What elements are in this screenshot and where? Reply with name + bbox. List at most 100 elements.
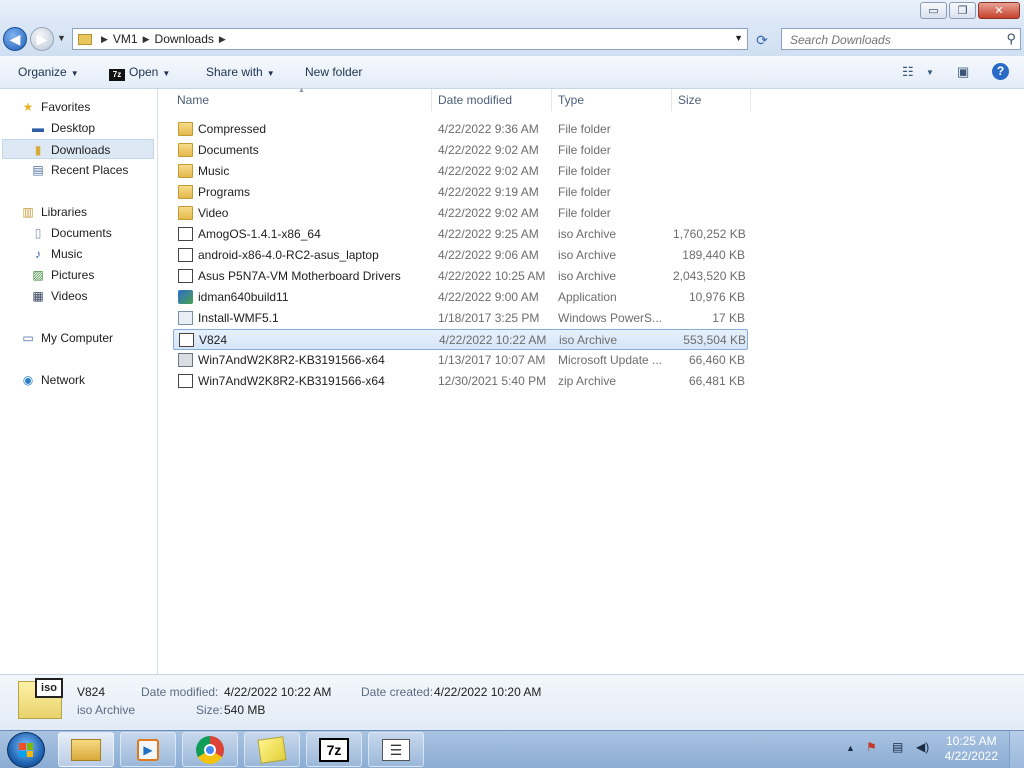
file-date-modified: 1/18/2017 3:25 PM xyxy=(438,311,540,325)
taskbar: ▶ 7z ☰ ▲ ⚑ ▤ ◀) 10:25 AM 4/22/2022 xyxy=(0,730,1024,768)
media-player-icon: ▶ xyxy=(137,738,159,761)
share-with-button[interactable]: Share with ▼ xyxy=(206,65,275,79)
file-name: android-x86-4.0-RC2-asus_laptop xyxy=(198,248,379,262)
sidebar-item-label: My Computer xyxy=(41,331,114,345)
title-bar: ▭ ❐ ✕ xyxy=(0,0,1024,24)
chevron-right-icon[interactable]: ▶ xyxy=(101,34,108,45)
file-type: iso Archive xyxy=(558,269,617,283)
help-icon[interactable]: ? xyxy=(992,63,1009,80)
file-row[interactable]: V824 4/22/2022 10:22 AM iso Archive 553,504… xyxy=(173,329,748,350)
preview-pane-icon[interactable]: ▣ xyxy=(957,64,969,80)
address-dropdown-icon[interactable]: ▼ xyxy=(734,33,743,43)
search-icon[interactable]: ⚲ xyxy=(1006,31,1016,47)
file-row[interactable]: Compressed 4/22/2022 9:36 AM File folder xyxy=(173,119,748,140)
sidebar-item-favorites[interactable]: ★ Favorites xyxy=(20,97,91,117)
details-size-value: 540 MB xyxy=(224,703,266,717)
7zip-icon: 7z xyxy=(109,69,125,81)
libraries-icon: ▥ xyxy=(22,205,34,219)
desktop-icon: ▬ xyxy=(32,121,44,135)
refresh-icon[interactable]: ⟳ xyxy=(752,30,772,50)
chevron-right-icon[interactable]: ▶ xyxy=(143,34,150,45)
file-row[interactable]: Documents 4/22/2022 9:02 AM File folder xyxy=(173,140,748,161)
view-dropdown-icon[interactable]: ▼ xyxy=(926,68,934,77)
volume-icon[interactable]: ◀) xyxy=(916,740,929,754)
system-clock[interactable]: 10:25 AM 4/22/2022 xyxy=(945,734,998,764)
breadcrumb-downloads[interactable]: Downloads xyxy=(155,32,214,46)
close-button[interactable]: ✕ xyxy=(978,2,1020,19)
new-folder-button[interactable]: New folder xyxy=(305,65,362,79)
details-date-created-value: 4/22/2022 10:20 AM xyxy=(434,685,542,699)
taskbar-windows-explorer[interactable] xyxy=(58,732,114,767)
details-size-label: Size: xyxy=(196,703,223,717)
file-row[interactable]: Asus P5N7A-VM Motherboard Drivers 4/22/20… xyxy=(173,266,748,287)
forward-arrow-icon: ▶ xyxy=(36,31,48,47)
sidebar-item-my-computer[interactable]: ▭ My Computer xyxy=(20,328,113,348)
address-bar[interactable]: ▶ VM1 ▶ Downloads ▶ ▼ xyxy=(72,28,748,50)
minimize-button[interactable]: ▭ xyxy=(920,2,947,19)
recent-pages-dropdown[interactable]: ▼ xyxy=(57,33,66,43)
column-header-date-modified[interactable]: Date modified xyxy=(432,89,552,111)
sidebar-item-label: Desktop xyxy=(51,121,96,135)
file-name: Programs xyxy=(198,185,251,199)
star-icon: ★ xyxy=(22,100,34,114)
sidebar-item-recent-places[interactable]: ▤ Recent Places xyxy=(30,160,128,180)
taskbar-media-player[interactable]: ▶ xyxy=(120,732,176,767)
sidebar-item-videos[interactable]: ▦ Videos xyxy=(30,286,87,306)
share-with-label: Share with xyxy=(206,65,263,79)
breadcrumb-vm1[interactable]: VM1 xyxy=(113,32,138,46)
file-row[interactable]: android-x86-4.0-RC2-asus_laptop 4/22/2022… xyxy=(173,245,748,266)
taskbar-7zip[interactable]: 7z xyxy=(306,732,362,767)
file-name: V824 xyxy=(199,333,228,347)
file-row[interactable]: Video 4/22/2022 9:02 AM File folder xyxy=(173,203,748,224)
column-header-type[interactable]: Type xyxy=(552,89,672,111)
open-button[interactable]: 7z Open ▼ xyxy=(109,65,170,81)
sidebar-item-pictures[interactable]: ▨ Pictures xyxy=(30,265,94,285)
file-date-modified: 4/22/2022 9:25 AM xyxy=(438,227,539,241)
organize-button[interactable]: Organize ▼ xyxy=(18,65,79,79)
file-row[interactable]: Install-WMF5.1 1/18/2017 3:25 PM Windows P… xyxy=(173,308,748,329)
sticky-notes-icon xyxy=(257,735,287,764)
clock-time: 10:25 AM xyxy=(945,734,997,748)
sidebar-item-music[interactable]: ♪ Music xyxy=(30,244,82,264)
taskbar-chrome[interactable] xyxy=(182,732,238,767)
folder-file-icon xyxy=(178,185,193,199)
network-status-icon[interactable]: ▤ xyxy=(892,740,903,754)
search-box[interactable]: ⚲ xyxy=(781,28,1021,50)
file-list: Name ▲ Date modified Type Size Compresse… xyxy=(159,87,1024,674)
sidebar-item-network[interactable]: ◉ Network xyxy=(20,370,85,390)
start-button[interactable] xyxy=(7,732,45,768)
command-bar: Organize ▼ 7z Open ▼ Share with ▼ New folder… xyxy=(0,56,1024,89)
taskbar-sticky-notes[interactable] xyxy=(244,732,300,767)
file-row[interactable]: Win7AndW2K8R2-KB3191566-x64 12/30/2021 5:… xyxy=(173,371,748,392)
back-button[interactable]: ◀ xyxy=(3,27,27,51)
forward-button[interactable]: ▶ xyxy=(30,27,54,51)
view-options-icon[interactable]: ☷ xyxy=(902,64,914,80)
explorer-folder-icon xyxy=(71,738,101,761)
window-controls: ▭ ❐ ✕ xyxy=(920,2,1020,19)
file-row[interactable]: Win7AndW2K8R2-KB3191566-x64 1/13/2017 10:… xyxy=(173,350,748,371)
sidebar-item-downloads[interactable]: ▮ Downloads xyxy=(2,139,154,159)
search-input[interactable] xyxy=(788,30,1002,50)
maximize-button[interactable]: ❐ xyxy=(949,2,976,19)
file-size: 66,481 KB xyxy=(688,374,745,388)
file-name: Install-WMF5.1 xyxy=(198,311,279,325)
file-row[interactable]: AmogOS-1.4.1-x86_64 4/22/2022 9:25 AM iso … xyxy=(173,224,748,245)
taskbar-notepad[interactable]: ☰ xyxy=(368,732,424,767)
sidebar-item-libraries[interactable]: ▥ Libraries xyxy=(20,202,87,222)
back-arrow-icon: ◀ xyxy=(9,31,21,47)
file-row[interactable]: Music 4/22/2022 9:02 AM File folder xyxy=(173,161,748,182)
sidebar-item-documents[interactable]: ▯ Documents xyxy=(30,223,112,243)
show-desktop-button[interactable] xyxy=(1009,731,1024,768)
sidebar-item-desktop[interactable]: ▬ Desktop xyxy=(30,118,95,138)
dropdown-arrow-icon: ▼ xyxy=(70,69,79,78)
show-hidden-icons-button[interactable]: ▲ xyxy=(846,743,855,753)
chevron-right-icon[interactable]: ▶ xyxy=(219,34,226,45)
column-header-size[interactable]: Size xyxy=(672,89,751,111)
windows-logo-icon xyxy=(19,743,33,757)
folder-icon xyxy=(78,33,92,45)
file-row[interactable]: idman640build11 4/22/2022 9:00 AM Applicat… xyxy=(173,287,748,308)
file-row[interactable]: Programs 4/22/2022 9:19 AM File folder xyxy=(173,182,748,203)
dropdown-arrow-icon: ▼ xyxy=(266,69,275,78)
notepad-icon: ☰ xyxy=(382,738,410,761)
action-center-icon[interactable]: ⚑ xyxy=(866,740,877,754)
